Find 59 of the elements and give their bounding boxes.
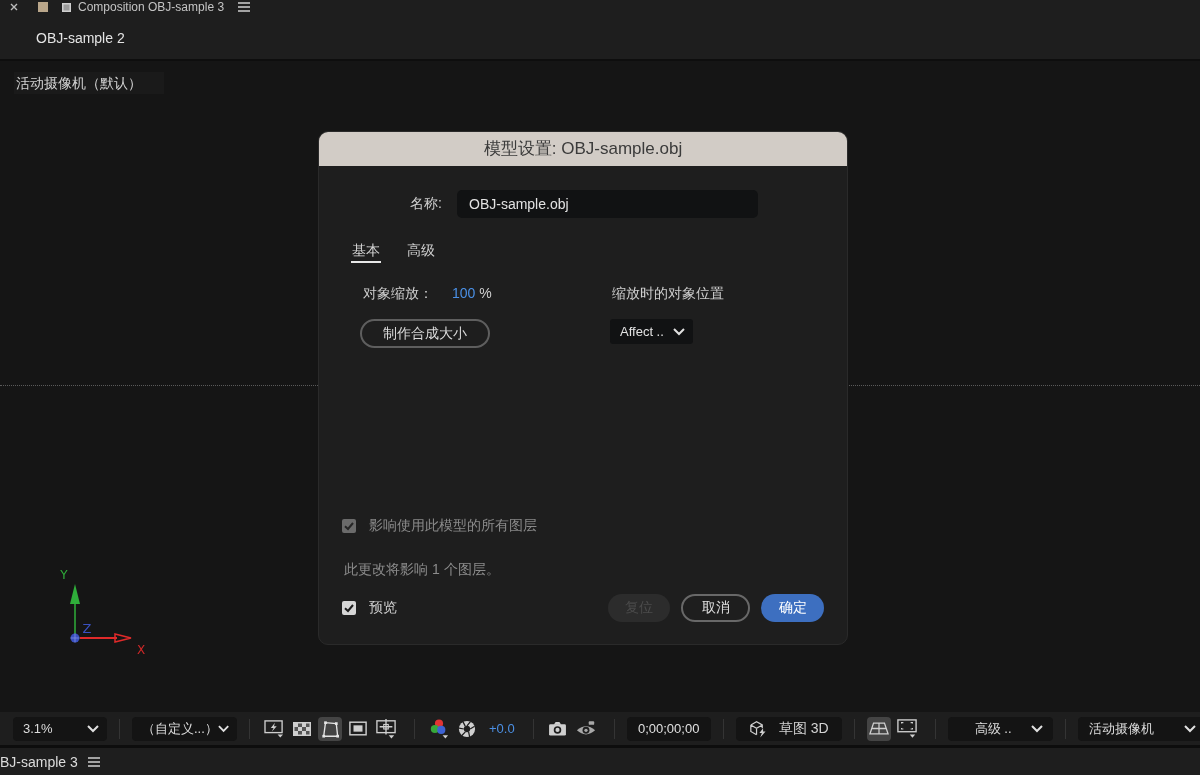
label-square-icon — [38, 2, 48, 12]
panel-title: Composition OBJ-sample 3 — [78, 0, 225, 14]
chevron-down-icon — [87, 724, 99, 733]
layer-count-note: 此更改将影响 1 个图层。 — [343, 560, 501, 579]
origin-marker-icon — [70, 633, 80, 643]
y-axis-arrow — [70, 584, 80, 635]
x-axis-arrow — [79, 633, 132, 643]
settings-tab[interactable]: 高级 — [406, 240, 436, 263]
chevron-down-icon — [217, 724, 229, 733]
timeline-tab[interactable]: BJ-sample 3 — [0, 752, 78, 771]
chevron-down-icon — [1030, 724, 1043, 733]
name-label: 名称: — [409, 195, 442, 213]
draft-3d-button[interactable]: 草图 3D — [735, 716, 842, 741]
quality-dropdown[interactable]: 高级 .. — [947, 716, 1053, 741]
z-axis-label: Z — [82, 621, 92, 636]
floor-grid-icon — [868, 722, 889, 735]
make-comp-size-button[interactable]: 制作合成大小 — [360, 319, 490, 348]
timecode-field[interactable]: 0;00;00;00 — [626, 716, 711, 741]
menu-icon[interactable] — [87, 756, 100, 767]
view-frame-button[interactable] — [894, 716, 919, 741]
settings-tab[interactable]: 基本 — [351, 240, 381, 263]
x-axis-label: X — [136, 643, 146, 657]
position-label: 缩放时的对象位置 — [611, 284, 724, 303]
y-axis-label: Y — [60, 568, 68, 582]
checkbox-label: 预览 — [369, 599, 397, 617]
resolution-dropdown[interactable]: （自定义...） — [132, 716, 237, 741]
checkerboard-icon — [293, 721, 311, 736]
camera-icon — [548, 721, 568, 736]
composition-tab[interactable]: OBJ-sample 2 — [36, 28, 125, 47]
menu-icon[interactable] — [238, 2, 251, 12]
ground-plane-button[interactable] — [866, 716, 891, 741]
region-of-interest-button[interactable] — [318, 716, 342, 741]
scale-value[interactable]: 100 — [452, 283, 476, 303]
chevron-down-icon — [1183, 724, 1196, 733]
ok-button[interactable]: 确定 — [761, 594, 824, 622]
cancel-button[interactable]: 取消 — [681, 594, 750, 622]
checkbox[interactable] — [342, 601, 356, 615]
aperture-icon — [458, 719, 476, 738]
camera-view-dropdown[interactable]: 活动摄像机 — [1077, 716, 1200, 741]
camera-label: 活动摄像机（默认） — [14, 72, 164, 94]
close-icon[interactable] — [10, 3, 18, 11]
eye-icon — [575, 721, 596, 736]
chevron-down-icon — [673, 327, 685, 336]
scale-unit: % — [479, 284, 492, 303]
square-frame-icon — [349, 721, 367, 736]
exposure-value[interactable]: +0.0 — [483, 716, 521, 741]
scale-label: 对象缩放： — [363, 284, 433, 303]
lightning-monitor-icon — [264, 719, 284, 738]
color-circles-icon — [429, 718, 449, 739]
position-dropdown[interactable]: Affect .. — [610, 319, 693, 344]
zoom-dropdown[interactable]: 3.1% — [13, 716, 107, 741]
quad-outline-icon — [320, 719, 340, 738]
checkbox-label: 影响使用此模型的所有图层 — [369, 517, 537, 535]
crosshair-frame-icon — [376, 718, 396, 739]
dialog-title: 模型设置: OBJ-sample.obj — [319, 132, 847, 166]
view-frame-icon — [896, 718, 917, 739]
square-icon — [62, 2, 71, 12]
guides-button[interactable] — [374, 716, 398, 741]
name-input-field[interactable]: OBJ-sample.obj — [457, 190, 758, 218]
